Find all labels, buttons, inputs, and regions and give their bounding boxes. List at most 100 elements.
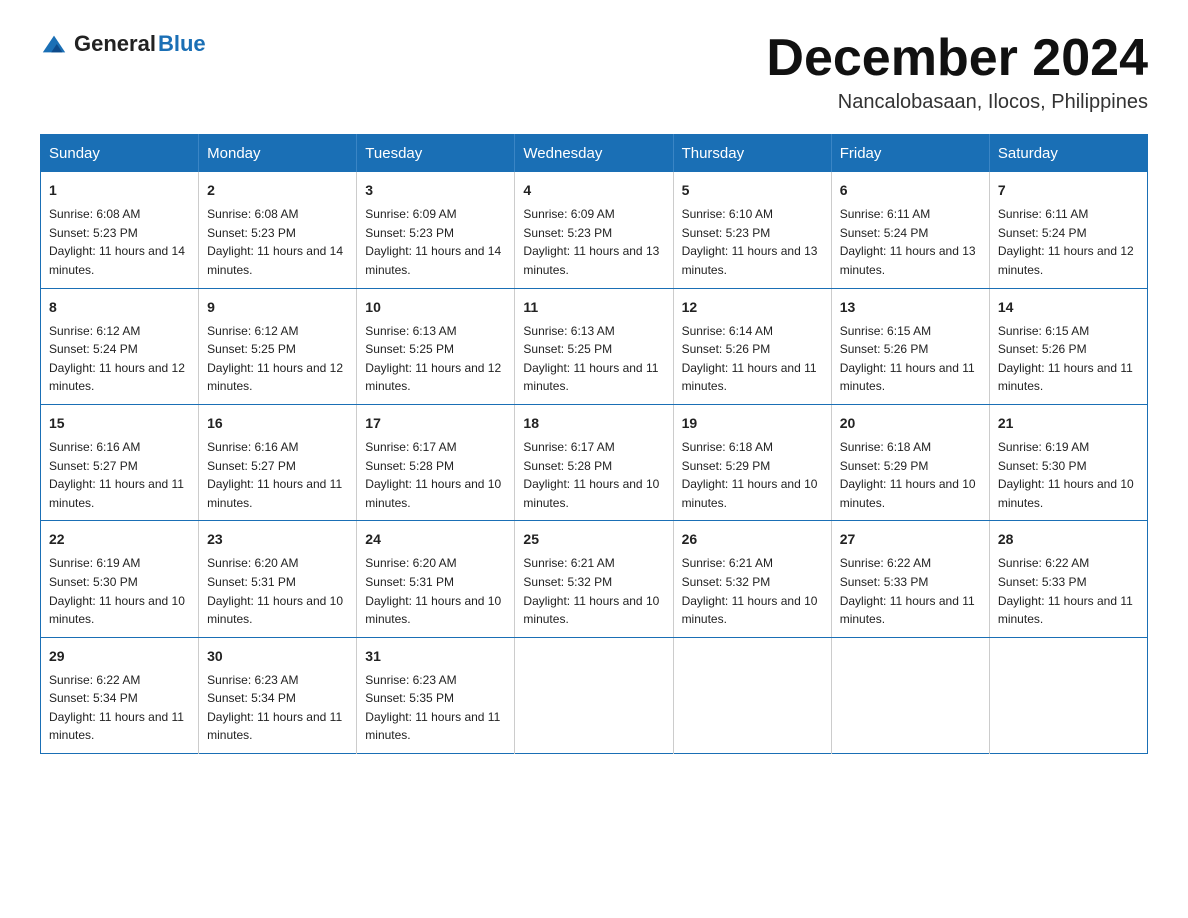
day-info: Sunrise: 6:09 AMSunset: 5:23 PMDaylight:…: [365, 205, 506, 279]
day-info: Sunrise: 6:09 AMSunset: 5:23 PMDaylight:…: [523, 205, 664, 279]
calendar-cell: 10Sunrise: 6:13 AMSunset: 5:25 PMDayligh…: [357, 288, 515, 404]
day-number: 2: [207, 180, 348, 201]
day-info: Sunrise: 6:12 AMSunset: 5:25 PMDaylight:…: [207, 322, 348, 396]
day-of-week-header: Wednesday: [515, 135, 673, 173]
calendar-cell: 12 Sunrise: 6:14 AMSunset: 5:26 PMDayligh…: [673, 288, 831, 404]
calendar-week-row: 29Sunrise: 6:22 AMSunset: 5:34 PMDayligh…: [41, 637, 1148, 753]
day-info: Sunrise: 6:20 AMSunset: 5:31 PMDaylight:…: [207, 554, 348, 628]
day-number: 15: [49, 413, 190, 434]
title-block: December 2024 Nancalobasaan, Ilocos, Phi…: [766, 30, 1148, 114]
day-number: 24: [365, 529, 506, 550]
day-of-week-header: Tuesday: [357, 135, 515, 173]
day-number: 11: [523, 297, 664, 318]
day-of-week-header: Saturday: [989, 135, 1147, 173]
day-number: 28: [998, 529, 1139, 550]
calendar-cell: 22Sunrise: 6:19 AMSunset: 5:30 PMDayligh…: [41, 521, 199, 637]
calendar-cell: 5 Sunrise: 6:10 AMSunset: 5:23 PMDaylight…: [673, 172, 831, 288]
calendar-cell: [673, 637, 831, 753]
day-number: 17: [365, 413, 506, 434]
day-number: 9: [207, 297, 348, 318]
calendar-cell: 23 Sunrise: 6:20 AMSunset: 5:31 PMDayligh…: [199, 521, 357, 637]
calendar-cell: 31 Sunrise: 6:23 AMSunset: 5:35 PMDayligh…: [357, 637, 515, 753]
day-of-week-header: Thursday: [673, 135, 831, 173]
day-info: Sunrise: 6:21 AMSunset: 5:32 PMDaylight:…: [523, 554, 664, 628]
day-info: Sunrise: 6:15 AMSunset: 5:26 PMDaylight:…: [998, 322, 1139, 396]
day-number: 20: [840, 413, 981, 434]
calendar-header-row: SundayMondayTuesdayWednesdayThursdayFrid…: [41, 135, 1148, 173]
day-info: Sunrise: 6:08 AMSunset: 5:23 PMDaylight:…: [207, 205, 348, 279]
day-number: 8: [49, 297, 190, 318]
calendar-cell: [515, 637, 673, 753]
logo-blue: Blue: [158, 31, 206, 57]
day-info: Sunrise: 6:14 AMSunset: 5:26 PMDaylight:…: [682, 322, 823, 396]
calendar-cell: 24 Sunrise: 6:20 AMSunset: 5:31 PMDayligh…: [357, 521, 515, 637]
day-info: Sunrise: 6:12 AMSunset: 5:24 PMDaylight:…: [49, 322, 190, 396]
calendar-cell: 26Sunrise: 6:21 AMSunset: 5:32 PMDayligh…: [673, 521, 831, 637]
day-number: 12: [682, 297, 823, 318]
calendar-week-row: 8 Sunrise: 6:12 AMSunset: 5:24 PMDaylight…: [41, 288, 1148, 404]
day-number: 5: [682, 180, 823, 201]
calendar-week-row: 22Sunrise: 6:19 AMSunset: 5:30 PMDayligh…: [41, 521, 1148, 637]
day-info: Sunrise: 6:13 AMSunset: 5:25 PMDaylight:…: [523, 322, 664, 396]
day-number: 16: [207, 413, 348, 434]
day-info: Sunrise: 6:23 AMSunset: 5:34 PMDaylight:…: [207, 671, 348, 745]
calendar-cell: 21Sunrise: 6:19 AMSunset: 5:30 PMDayligh…: [989, 404, 1147, 520]
day-number: 14: [998, 297, 1139, 318]
day-number: 27: [840, 529, 981, 550]
calendar-cell: 6Sunrise: 6:11 AMSunset: 5:24 PMDaylight…: [831, 172, 989, 288]
day-number: 13: [840, 297, 981, 318]
calendar-cell: 9 Sunrise: 6:12 AMSunset: 5:25 PMDaylight…: [199, 288, 357, 404]
calendar-cell: 16Sunrise: 6:16 AMSunset: 5:27 PMDayligh…: [199, 404, 357, 520]
day-info: Sunrise: 6:15 AMSunset: 5:26 PMDaylight:…: [840, 322, 981, 396]
day-number: 18: [523, 413, 664, 434]
day-info: Sunrise: 6:22 AMSunset: 5:34 PMDaylight:…: [49, 671, 190, 745]
logo-general: General: [74, 31, 156, 57]
calendar-cell: 19Sunrise: 6:18 AMSunset: 5:29 PMDayligh…: [673, 404, 831, 520]
calendar-cell: 25Sunrise: 6:21 AMSunset: 5:32 PMDayligh…: [515, 521, 673, 637]
day-info: Sunrise: 6:10 AMSunset: 5:23 PMDaylight:…: [682, 205, 823, 279]
day-number: 30: [207, 646, 348, 667]
day-number: 21: [998, 413, 1139, 434]
day-info: Sunrise: 6:22 AMSunset: 5:33 PMDaylight:…: [840, 554, 981, 628]
calendar-cell: 30 Sunrise: 6:23 AMSunset: 5:34 PMDayligh…: [199, 637, 357, 753]
day-info: Sunrise: 6:18 AMSunset: 5:29 PMDaylight:…: [840, 438, 981, 512]
day-number: 22: [49, 529, 190, 550]
calendar-cell: 29Sunrise: 6:22 AMSunset: 5:34 PMDayligh…: [41, 637, 199, 753]
day-number: 3: [365, 180, 506, 201]
logo: General Blue: [40, 30, 206, 58]
day-info: Sunrise: 6:17 AMSunset: 5:28 PMDaylight:…: [523, 438, 664, 512]
day-info: Sunrise: 6:13 AMSunset: 5:25 PMDaylight:…: [365, 322, 506, 396]
day-info: Sunrise: 6:23 AMSunset: 5:35 PMDaylight:…: [365, 671, 506, 745]
calendar-cell: 15Sunrise: 6:16 AMSunset: 5:27 PMDayligh…: [41, 404, 199, 520]
page-subtitle: Nancalobasaan, Ilocos, Philippines: [766, 91, 1148, 114]
day-info: Sunrise: 6:08 AMSunset: 5:23 PMDaylight:…: [49, 205, 190, 279]
day-of-week-header: Friday: [831, 135, 989, 173]
page-title: December 2024: [766, 30, 1148, 87]
day-number: 4: [523, 180, 664, 201]
day-number: 6: [840, 180, 981, 201]
day-number: 1: [49, 180, 190, 201]
day-number: 7: [998, 180, 1139, 201]
calendar-cell: 27 Sunrise: 6:22 AMSunset: 5:33 PMDayligh…: [831, 521, 989, 637]
calendar-cell: 1 Sunrise: 6:08 AMSunset: 5:23 PMDaylight…: [41, 172, 199, 288]
day-number: 23: [207, 529, 348, 550]
day-of-week-header: Monday: [199, 135, 357, 173]
day-number: 31: [365, 646, 506, 667]
day-of-week-header: Sunday: [41, 135, 199, 173]
calendar-week-row: 15Sunrise: 6:16 AMSunset: 5:27 PMDayligh…: [41, 404, 1148, 520]
calendar-cell: 11 Sunrise: 6:13 AMSunset: 5:25 PMDayligh…: [515, 288, 673, 404]
day-info: Sunrise: 6:17 AMSunset: 5:28 PMDaylight:…: [365, 438, 506, 512]
calendar-cell: 20 Sunrise: 6:18 AMSunset: 5:29 PMDayligh…: [831, 404, 989, 520]
calendar-cell: 3 Sunrise: 6:09 AMSunset: 5:23 PMDaylight…: [357, 172, 515, 288]
day-info: Sunrise: 6:20 AMSunset: 5:31 PMDaylight:…: [365, 554, 506, 628]
day-number: 26: [682, 529, 823, 550]
calendar-cell: [831, 637, 989, 753]
calendar-cell: 4 Sunrise: 6:09 AMSunset: 5:23 PMDaylight…: [515, 172, 673, 288]
calendar-cell: 2 Sunrise: 6:08 AMSunset: 5:23 PMDaylight…: [199, 172, 357, 288]
calendar-cell: 14 Sunrise: 6:15 AMSunset: 5:26 PMDayligh…: [989, 288, 1147, 404]
day-info: Sunrise: 6:11 AMSunset: 5:24 PMDaylight:…: [998, 205, 1139, 279]
calendar-cell: 28 Sunrise: 6:22 AMSunset: 5:33 PMDayligh…: [989, 521, 1147, 637]
day-info: Sunrise: 6:22 AMSunset: 5:33 PMDaylight:…: [998, 554, 1139, 628]
calendar-cell: 17 Sunrise: 6:17 AMSunset: 5:28 PMDayligh…: [357, 404, 515, 520]
calendar-cell: 18 Sunrise: 6:17 AMSunset: 5:28 PMDayligh…: [515, 404, 673, 520]
